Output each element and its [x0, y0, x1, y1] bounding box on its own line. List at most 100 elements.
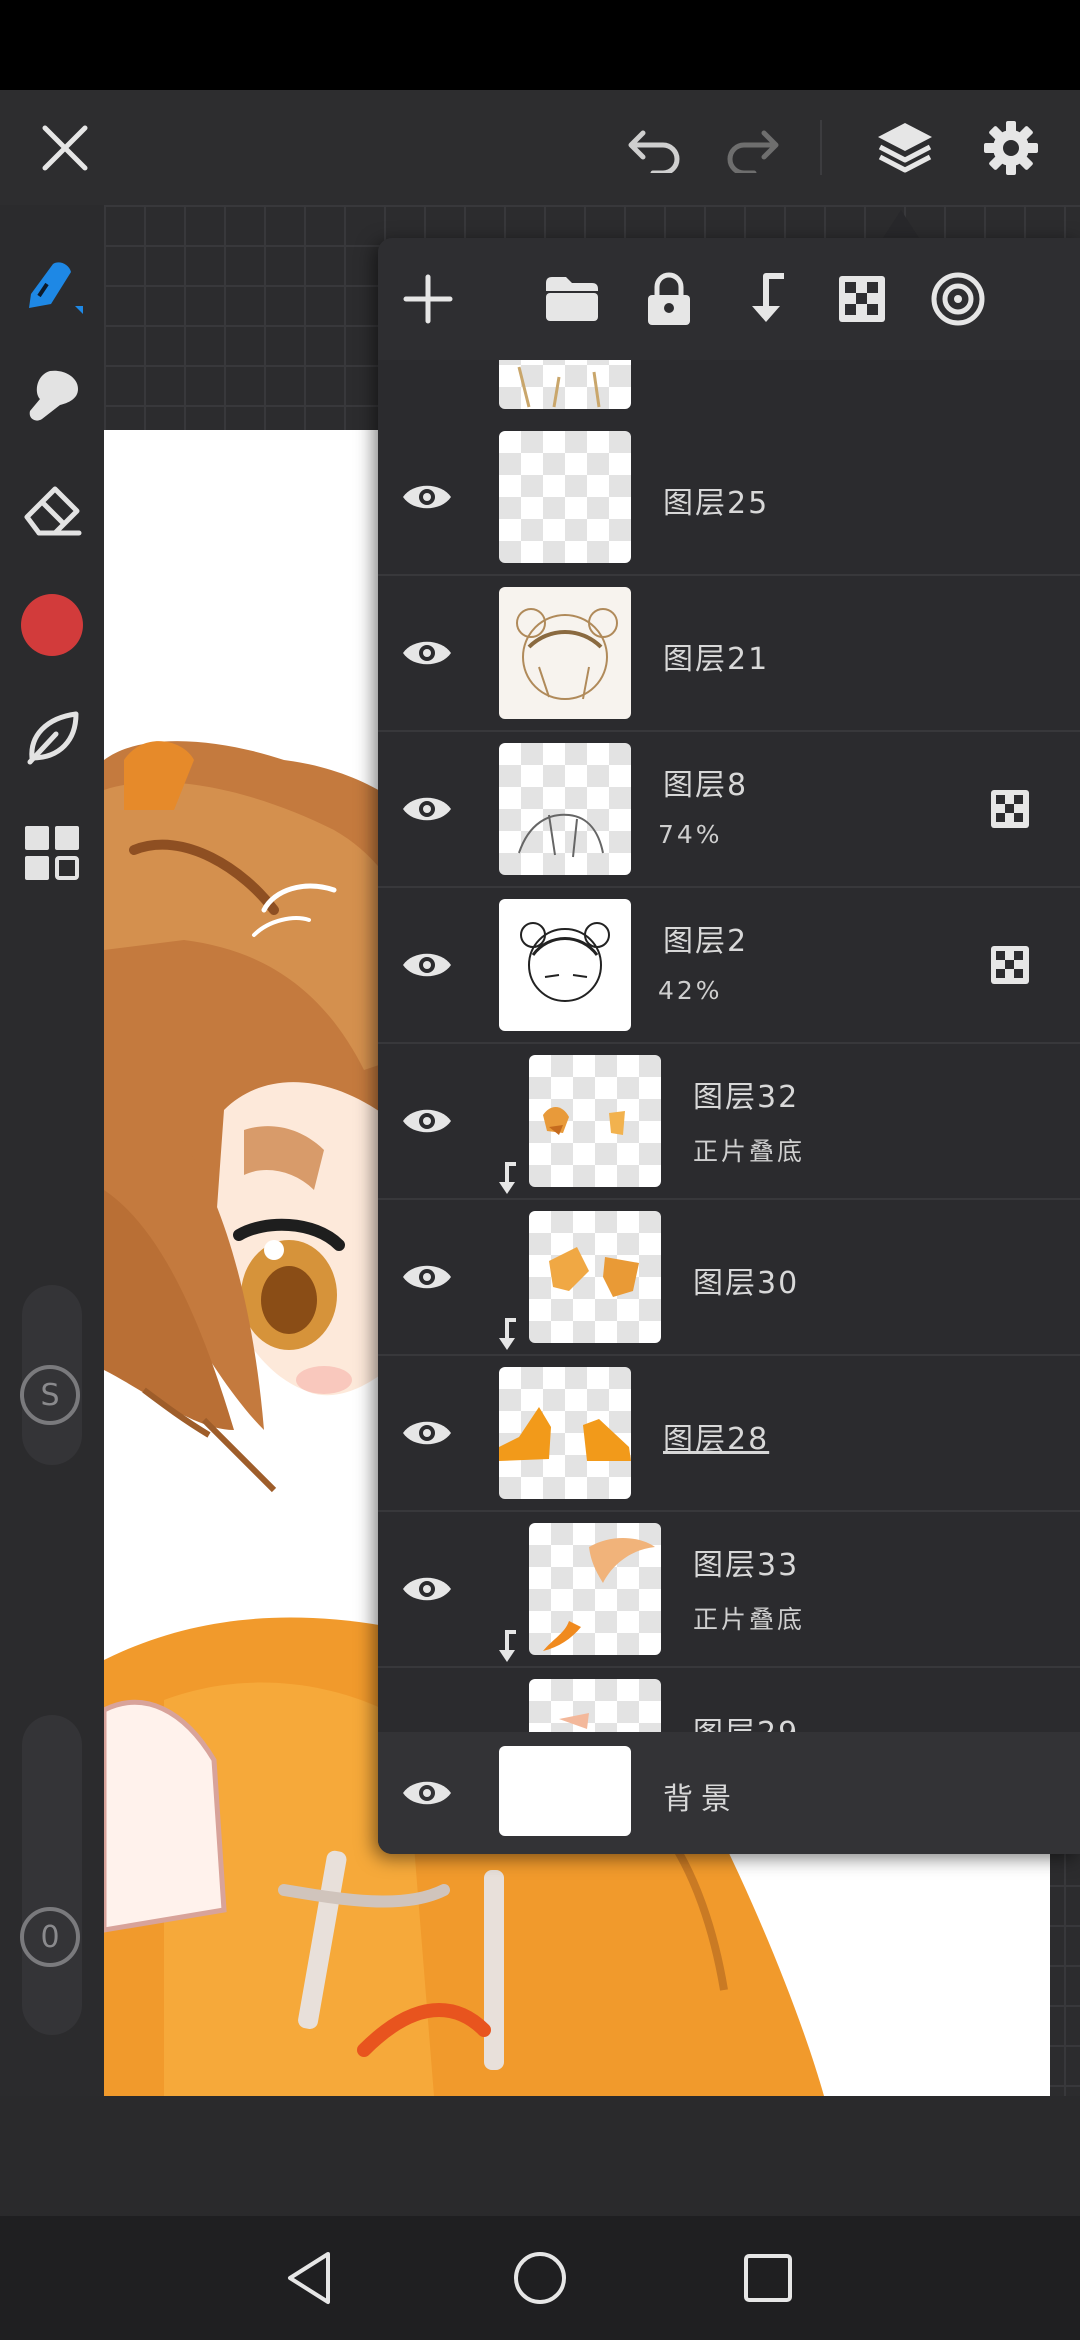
- clipping-arrow-icon: [499, 1630, 516, 1662]
- visibility-toggle[interactable]: [392, 1044, 462, 1198]
- layer-row[interactable]: 图层8 74%: [378, 732, 1080, 888]
- target-icon: [931, 272, 985, 326]
- lock-icon: [648, 272, 690, 325]
- back-button[interactable]: [250, 2216, 370, 2340]
- layer-name: 图层32: [693, 1080, 800, 1115]
- eye-icon: [403, 1109, 451, 1133]
- merge-down-button[interactable]: [718, 238, 814, 360]
- visibility-toggle[interactable]: [392, 1200, 462, 1354]
- redo-button[interactable]: [712, 90, 792, 205]
- visibility-toggle[interactable]: [392, 360, 462, 420]
- eraser-tool[interactable]: [0, 470, 104, 550]
- size-slider-thumb[interactable]: S: [20, 1365, 80, 1425]
- undo-icon: [628, 130, 680, 173]
- visibility-toggle[interactable]: [392, 1668, 462, 1732]
- lock-layer-button[interactable]: [621, 238, 717, 360]
- layer-panel-toolbar: [378, 238, 1080, 360]
- layer-row[interactable]: 图层30: [378, 1200, 1080, 1356]
- home-button[interactable]: [480, 2216, 600, 2340]
- eye-icon: [403, 1421, 451, 1445]
- settings-button[interactable]: [966, 90, 1056, 205]
- background-layer-name: 背景: [663, 1782, 739, 1817]
- background-layer-row[interactable]: 背景: [378, 1732, 1080, 1854]
- opacity-slider-thumb[interactable]: 0: [20, 1907, 80, 1967]
- layer-thumbnail: [529, 1055, 661, 1187]
- home-icon: [514, 2252, 566, 2304]
- layers-button[interactable]: [860, 90, 950, 205]
- eye-icon: [403, 953, 451, 977]
- visibility-toggle[interactable]: [392, 1356, 462, 1510]
- eye-icon: [403, 1265, 451, 1289]
- recents-button[interactable]: [708, 2216, 828, 2340]
- leaf-icon: [27, 711, 79, 765]
- grid-tool[interactable]: [0, 813, 104, 893]
- color-circle: [21, 594, 83, 656]
- layer-row-partial[interactable]: [378, 360, 1080, 422]
- folder-icon: [546, 277, 598, 321]
- leaf-tool[interactable]: [0, 698, 104, 778]
- status-bar: [0, 0, 1080, 90]
- gear-icon: [984, 120, 1038, 175]
- layer-thumbnail: [499, 743, 631, 875]
- smudge-tool[interactable]: [0, 355, 104, 435]
- redo-icon: [727, 130, 779, 173]
- top-bar: [0, 90, 1080, 205]
- back-icon: [288, 2252, 330, 2304]
- left-toolbar: S 0: [0, 205, 104, 2095]
- opacity-slider[interactable]: 0: [20, 1715, 82, 2035]
- layer-thumbnail: [499, 431, 631, 563]
- alpha-lock-button[interactable]: [814, 238, 910, 360]
- merge-down-icon: [752, 273, 784, 322]
- color-swatch[interactable]: [0, 585, 104, 665]
- layer-thumbnail: [529, 1679, 661, 1732]
- layer-row[interactable]: 图层33 正片叠底: [378, 1512, 1080, 1668]
- brush-tool[interactable]: [0, 245, 104, 325]
- eye-icon: [403, 1577, 451, 1601]
- visibility-toggle[interactable]: [392, 420, 462, 574]
- undo-button[interactable]: [615, 90, 695, 205]
- size-slider[interactable]: S: [20, 1285, 82, 1465]
- add-layer-button[interactable]: [380, 238, 476, 360]
- layer-name: 图层21: [663, 642, 770, 677]
- bottom-area: [0, 2096, 1080, 2216]
- layer-list[interactable]: 图层25 图层21 图层8 74% 图层2 42% 图层32 正片叠底 图层30…: [378, 360, 1080, 1732]
- visibility-toggle[interactable]: [392, 576, 462, 730]
- layer-thumbnail: [499, 360, 631, 409]
- brush-icon: [29, 262, 83, 314]
- layer-thumbnail: [529, 1523, 661, 1655]
- layer-blend-mode: 正片叠底: [693, 1137, 806, 1166]
- reference-button[interactable]: [910, 238, 1006, 360]
- layer-name: 图层33: [693, 1548, 800, 1583]
- visibility-toggle[interactable]: [392, 732, 462, 886]
- plus-icon: [403, 274, 453, 324]
- eye-icon: [403, 641, 451, 665]
- alpha-lock-icon: [839, 276, 885, 322]
- eye-icon: [403, 797, 451, 821]
- smudge-icon: [29, 370, 79, 421]
- alpha-lock-indicator-icon: [991, 790, 1029, 828]
- panel-caret: [883, 210, 919, 238]
- layer-opacity: 42%: [658, 976, 723, 1005]
- eye-icon: [403, 485, 451, 509]
- close-button[interactable]: [20, 90, 110, 205]
- visibility-toggle[interactable]: [392, 1512, 462, 1666]
- layer-name: 图层29: [693, 1708, 799, 1732]
- add-folder-button[interactable]: [524, 238, 620, 360]
- layer-row[interactable]: 图层28: [378, 1356, 1080, 1512]
- clipping-arrow-icon: [499, 1318, 516, 1350]
- layer-row[interactable]: 图层21: [378, 576, 1080, 732]
- layer-row[interactable]: 图层29: [378, 1668, 1080, 1732]
- layer-row[interactable]: 图层2 42%: [378, 888, 1080, 1044]
- visibility-toggle[interactable]: [392, 1732, 462, 1854]
- eye-icon: [403, 1781, 451, 1805]
- clipping-arrow-icon: [499, 1162, 516, 1194]
- layer-name: 图层2: [663, 924, 749, 959]
- close-icon: [42, 125, 88, 170]
- grid-icon: [25, 826, 79, 880]
- layer-thumbnail: [529, 1211, 661, 1343]
- layer-row[interactable]: 图层32 正片叠底: [378, 1044, 1080, 1200]
- visibility-toggle[interactable]: [392, 888, 462, 1042]
- recents-icon: [744, 2254, 792, 2302]
- layer-blend-mode: 正片叠底: [693, 1605, 806, 1634]
- layer-row[interactable]: 图层25: [378, 420, 1080, 576]
